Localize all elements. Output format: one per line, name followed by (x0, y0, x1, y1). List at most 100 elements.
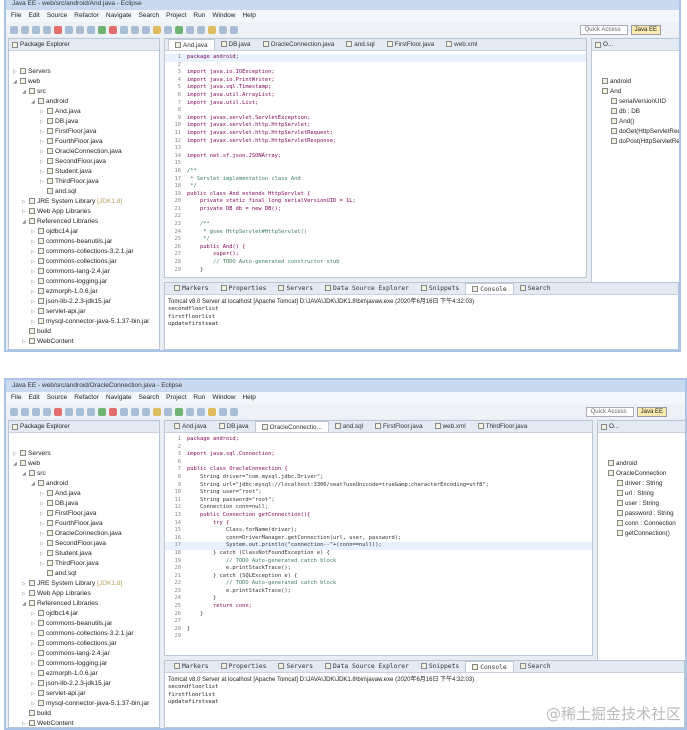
tree-item[interactable]: ▷ And.java (9, 489, 159, 499)
editor-tab[interactable]: web.xml (429, 421, 472, 432)
collapsed-arrow-icon[interactable]: ▷ (40, 549, 47, 559)
editor-tab[interactable]: and.sql (340, 39, 380, 50)
collapsed-arrow-icon[interactable]: ▷ (31, 287, 38, 297)
menu-refactor[interactable]: Refactor (74, 394, 99, 402)
collapsed-arrow-icon[interactable]: ▷ (31, 227, 38, 237)
editor-tab[interactable]: FirstFloor.java (381, 39, 441, 50)
tree-item[interactable]: ▷ commons-collections-3.2.1.jar (9, 629, 159, 639)
tree-item[interactable]: ▷ DB.java (9, 117, 159, 127)
tree-item[interactable]: ▷ commons-beanutils.jar (9, 619, 159, 629)
collapsed-arrow-icon[interactable]: ▷ (31, 689, 38, 699)
tree-item[interactable]: and.sql (9, 187, 159, 197)
collapsed-arrow-icon[interactable]: ▷ (40, 107, 47, 117)
tree-item[interactable]: ◢ src (9, 469, 159, 479)
tab-snippets[interactable]: Snippets (415, 283, 465, 294)
tree-item[interactable]: ▷ mysql-connector-java-5.1.37-bin.jar (9, 699, 159, 709)
toolbar-button[interactable] (87, 25, 95, 34)
menu-file[interactable]: File (11, 394, 21, 402)
toolbar-button[interactable] (109, 25, 117, 34)
collapsed-arrow-icon[interactable]: ▷ (13, 67, 20, 77)
toolbar-button[interactable] (98, 407, 106, 416)
collapsed-arrow-icon[interactable]: ▷ (40, 167, 47, 177)
collapsed-arrow-icon[interactable]: ▷ (31, 247, 38, 257)
outline-item[interactable]: serialVersionUID (592, 97, 679, 107)
toolbar-button[interactable] (131, 407, 139, 416)
expanded-arrow-icon[interactable]: ◢ (22, 469, 29, 479)
collapsed-arrow-icon[interactable]: ▷ (40, 519, 47, 529)
collapsed-arrow-icon[interactable]: ▷ (40, 509, 47, 519)
tree-item[interactable]: ▷ ezmorph-1.0.6.jar (9, 287, 159, 297)
outline-item[interactable]: db : DB (592, 107, 679, 117)
tree-item[interactable]: ▷ Student.java (9, 549, 159, 559)
expanded-arrow-icon[interactable]: ◢ (13, 77, 20, 87)
tree-item[interactable]: ▷ Servers (9, 449, 159, 459)
tree-item[interactable]: ◢ Referenced Libraries (9, 599, 159, 609)
outline-item[interactable]: android (598, 459, 685, 469)
tab-search[interactable]: Search (514, 661, 557, 672)
collapsed-arrow-icon[interactable]: ▷ (40, 117, 47, 127)
toolbar-button[interactable] (21, 25, 29, 34)
tab-properties[interactable]: Properties (215, 283, 273, 294)
toolbar-button[interactable] (208, 25, 216, 34)
tree-item[interactable]: ▷ json-lib-2.2.3-jdk15.jar (9, 297, 159, 307)
menu-file[interactable]: File (11, 12, 21, 20)
menu-help[interactable]: Help (242, 12, 255, 20)
outline-item[interactable]: driver : String (598, 479, 685, 489)
tree-item[interactable]: ▷ ThirdFloor.java (9, 559, 159, 569)
toolbar-button[interactable] (98, 25, 106, 34)
menu-edit[interactable]: Edit (28, 394, 39, 402)
collapsed-arrow-icon[interactable]: ▷ (40, 177, 47, 187)
quick-access-input[interactable]: Quick Access (579, 24, 628, 35)
tab-servers[interactable]: Servers (272, 283, 319, 294)
menu-window[interactable]: Window (212, 12, 235, 20)
tree-item[interactable]: ▷ ojdbc14.jar (9, 609, 159, 619)
tab-markers[interactable]: Markers (168, 283, 215, 294)
editor-tab[interactable]: FirstFloor.java (369, 421, 429, 432)
collapsed-arrow-icon[interactable]: ▷ (22, 197, 29, 207)
toolbar-button[interactable] (208, 407, 216, 416)
collapsed-arrow-icon[interactable]: ▷ (40, 489, 47, 499)
collapsed-arrow-icon[interactable]: ▷ (22, 589, 29, 599)
tree-item[interactable]: ▷ commons-logging.jar (9, 659, 159, 669)
collapsed-arrow-icon[interactable]: ▷ (31, 317, 38, 327)
tab-data-source-explorer[interactable]: Data Source Explorer (319, 283, 415, 294)
collapsed-arrow-icon[interactable]: ▷ (31, 237, 38, 247)
tree-item[interactable]: ▷ Web App Libraries (9, 207, 159, 217)
menu-edit[interactable]: Edit (28, 12, 39, 20)
menu-search[interactable]: Search (139, 394, 160, 402)
tree-item[interactable]: ▷ ThirdFloor.java (9, 177, 159, 187)
expanded-arrow-icon[interactable]: ◢ (22, 87, 29, 97)
editor-tab[interactable]: DB.java (215, 39, 257, 50)
tree-item[interactable]: ▷ FourthFloor.java (9, 137, 159, 147)
menu-source[interactable]: Source (47, 12, 68, 20)
collapsed-arrow-icon[interactable]: ▷ (40, 539, 47, 549)
tree-item[interactable]: ▷ commons-collections.jar (9, 257, 159, 267)
toolbar-button[interactable] (32, 25, 40, 34)
toolbar-button[interactable] (230, 25, 238, 34)
toolbar-button[interactable] (87, 407, 95, 416)
toolbar-button[interactable] (175, 25, 183, 34)
tree-item[interactable]: ▷ SecondFloor.java (9, 539, 159, 549)
outline-item[interactable]: And (592, 87, 679, 97)
toolbar-button[interactable] (76, 25, 84, 34)
collapsed-arrow-icon[interactable]: ▷ (31, 267, 38, 277)
collapsed-arrow-icon[interactable]: ▷ (31, 609, 38, 619)
outline-item[interactable]: password : String (598, 509, 685, 519)
menu-window[interactable]: Window (212, 394, 235, 402)
toolbar-button[interactable] (142, 407, 150, 416)
toolbar-button[interactable] (131, 25, 139, 34)
toolbar-button[interactable] (21, 407, 29, 416)
tree-item[interactable]: ◢ src (9, 87, 159, 97)
menu-navigate[interactable]: Navigate (106, 12, 132, 20)
tree-item[interactable]: ▷ JRE System Library [JDK1.8] (9, 579, 159, 589)
toolbar-button[interactable] (219, 407, 227, 416)
tree-item[interactable]: ◢ web (9, 77, 159, 87)
perspective-java-ee-button[interactable]: Java EE (630, 24, 661, 35)
collapsed-arrow-icon[interactable]: ▷ (22, 337, 29, 347)
menu-project[interactable]: Project (166, 12, 186, 20)
outline-item[interactable]: OracleConnection (598, 469, 685, 479)
tree-item[interactable]: build (9, 709, 159, 719)
tree-item[interactable]: ▷ commons-logging.jar (9, 277, 159, 287)
tree-item[interactable]: ▷ json-lib-2.2.3-jdk15.jar (9, 679, 159, 689)
editor-tab[interactable]: and.sql (329, 421, 369, 432)
